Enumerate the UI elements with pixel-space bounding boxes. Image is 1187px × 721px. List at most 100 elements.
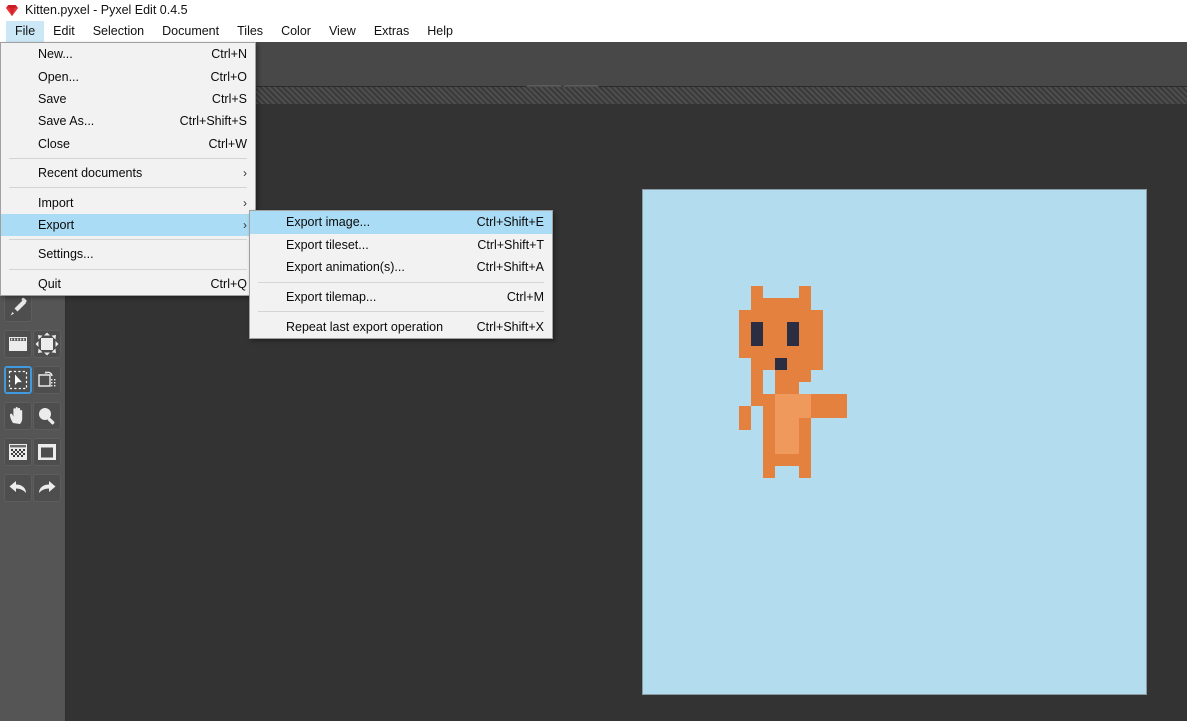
menu-item-save-as[interactable]: Save As... Ctrl+Shift+S [1, 110, 255, 132]
menubar-item-view[interactable]: View [320, 21, 365, 42]
menu-item-shortcut: Ctrl+S [196, 92, 247, 106]
red-gem-icon [5, 4, 19, 17]
canvas-ruler [256, 87, 1187, 105]
menu-item-export[interactable]: Export › [1, 214, 255, 236]
chevron-right-icon: › [243, 196, 247, 210]
sprite-pixel [763, 454, 811, 466]
artboard[interactable] [643, 190, 1146, 694]
menu-separator [9, 239, 247, 240]
menu-item-label: New... [38, 47, 73, 61]
menu-bar: FileEditSelectionDocumentTilesColorViewE… [0, 21, 1187, 42]
magnifier-zoom-icon [34, 403, 60, 429]
sprite-pixel [787, 322, 799, 346]
tool-stamp[interactable] [33, 366, 61, 394]
menubar-item-file[interactable]: File [6, 21, 44, 42]
tool-magnifier-zoom[interactable] [33, 402, 61, 430]
menu-item-repeat-last-export-operation[interactable]: Repeat last export operation Ctrl+Shift+X [250, 315, 552, 338]
menu-item-save[interactable]: SaveCtrl+S [1, 88, 255, 110]
menu-item-close[interactable]: Close Ctrl+W [1, 133, 255, 155]
menu-item-shortcut: Ctrl+Shift+X [461, 320, 544, 334]
menubar-item-tiles[interactable]: Tiles [228, 21, 272, 42]
menu-item-quit[interactable]: Quit Ctrl+Q [1, 273, 255, 295]
menu-item-open[interactable]: Open...Ctrl+O [1, 65, 255, 87]
title-bar: Kitten.pyxel - Pyxel Edit 0.4.5 [0, 0, 1187, 21]
menu-item-shortcut: Ctrl+Shift+S [164, 114, 247, 128]
tool-hand-pan[interactable] [4, 402, 32, 430]
sprite-pixel [751, 322, 763, 346]
tool-select[interactable] [4, 366, 32, 394]
pyxel-edit-window: Kitten.pyxel - Pyxel Edit 0.4.5 FileEdit… [0, 0, 1187, 721]
select-icon [5, 367, 31, 393]
hand-pan-icon [5, 403, 31, 429]
frame-icon [34, 439, 60, 465]
sprite-pixel [751, 298, 811, 310]
redo-icon [34, 475, 60, 501]
menubar-item-edit[interactable]: Edit [44, 21, 84, 42]
sprite-pixel [739, 310, 823, 322]
sprite-pixel [799, 286, 811, 298]
menu-item-shortcut: Ctrl+N [195, 47, 247, 61]
menu-item-shortcut: Ctrl+O [195, 70, 247, 84]
menu-item-label: Recent documents [38, 166, 142, 180]
tool-eyedropper[interactable] [4, 294, 32, 322]
sprite-pixel [751, 370, 763, 382]
menubar-item-color[interactable]: Color [272, 21, 320, 42]
menu-item-new[interactable]: New... Ctrl+N [1, 43, 255, 65]
export-submenu-popup[interactable]: Export image... Ctrl+Shift+E Export tilese… [249, 210, 553, 339]
transform-icon [34, 331, 60, 357]
menu-item-label: Repeat last export operation [286, 320, 443, 334]
sprite-pixel [775, 382, 799, 394]
tool-frame[interactable] [33, 438, 61, 466]
tool-checker-fill[interactable] [4, 438, 32, 466]
menu-item-label: Export tilemap... [286, 290, 376, 304]
eyedropper-icon [5, 295, 31, 321]
menu-item-shortcut: Ctrl+Q [195, 277, 247, 291]
tool-redo[interactable] [33, 474, 61, 502]
menu-item-shortcut: Ctrl+Shift+A [461, 260, 544, 274]
menu-separator [9, 269, 247, 270]
chevron-right-icon: › [243, 218, 247, 232]
menu-item-shortcut: Ctrl+M [491, 290, 544, 304]
menubar-item-help[interactable]: Help [418, 21, 462, 42]
file-menu-popup[interactable]: New...Ctrl+NOpen...Ctrl+OSaveCtrl+SSave … [0, 42, 256, 296]
menu-item-label: Close [38, 137, 70, 151]
menu-item-label: Quit [38, 277, 61, 291]
menubar-item-selection[interactable]: Selection [84, 21, 153, 42]
menu-item-shortcut: Ctrl+W [192, 137, 247, 151]
menubar-item-document[interactable]: Document [153, 21, 228, 42]
menu-item-label: Export [38, 218, 74, 232]
tool-transform[interactable] [33, 330, 61, 358]
window-title: Kitten.pyxel - Pyxel Edit 0.4.5 [25, 3, 188, 17]
menu-item-recent-documents[interactable]: Recent documents› [1, 162, 255, 184]
sprite-pixel [775, 370, 811, 382]
sprite-pixel [775, 430, 799, 442]
sprite-pixel [775, 394, 811, 406]
menu-item-settings[interactable]: Settings... [1, 243, 255, 265]
tool-tileset[interactable] [4, 330, 32, 358]
menu-separator [9, 158, 247, 159]
menu-item-import[interactable]: Import› [1, 191, 255, 213]
sprite-pixel [739, 406, 751, 430]
sprite-pixel [739, 346, 823, 358]
sprite-pixel [811, 358, 823, 370]
menu-item-export-animation-s[interactable]: Export animation(s)... Ctrl+Shift+A [250, 256, 552, 279]
sprite-pixel [751, 286, 763, 298]
menu-item-export-image[interactable]: Export image... Ctrl+Shift+E [250, 211, 552, 234]
sprite-pixel [775, 442, 799, 454]
menu-item-label: Export tileset... [286, 238, 369, 252]
sprite-pixel [775, 406, 811, 418]
menu-item-export-tileset[interactable]: Export tileset...Ctrl+Shift+T [250, 234, 552, 257]
sprite-pixel [799, 466, 811, 478]
menubar-item-extras[interactable]: Extras [365, 21, 418, 42]
menu-item-shortcut: Ctrl+Shift+E [461, 215, 544, 229]
menu-item-export-tilemap[interactable]: Export tilemap... Ctrl+M [250, 286, 552, 309]
menu-item-label: Export image... [286, 215, 370, 229]
sprite-pixel [763, 466, 775, 478]
menu-item-label: Export animation(s)... [286, 260, 405, 274]
tool-undo[interactable] [4, 474, 32, 502]
sprite-pixel [775, 418, 799, 430]
menu-separator [258, 311, 544, 312]
menu-item-label: Save As... [38, 114, 94, 128]
sprite-pixel [751, 382, 763, 394]
menu-separator [258, 282, 544, 283]
